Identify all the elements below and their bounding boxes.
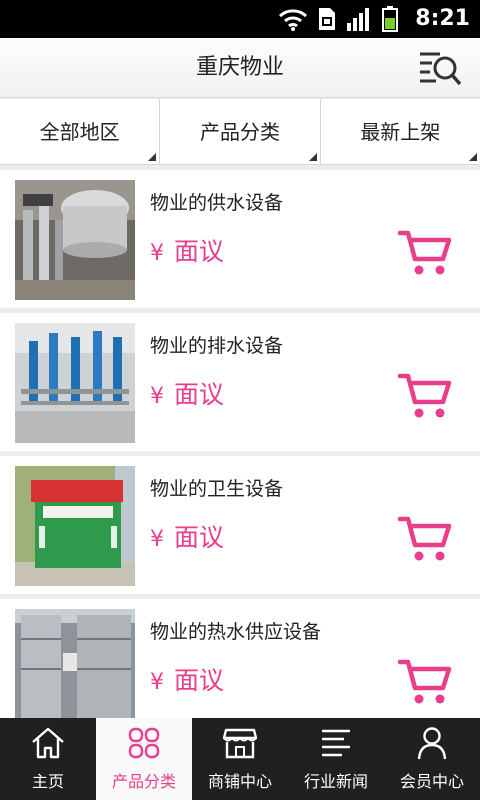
product-title[interactable]: 物业的供水设备 xyxy=(150,188,283,215)
nav-label: 产品分类 xyxy=(111,772,176,791)
nav-shop[interactable]: 商铺中心 xyxy=(192,718,288,800)
product-title[interactable]: 物业的排水设备 xyxy=(150,331,283,358)
wifi-icon xyxy=(278,9,308,31)
filter-category[interactable]: 产品分类 xyxy=(160,99,321,164)
dropdown-corner-icon xyxy=(468,153,477,161)
product-image[interactable] xyxy=(15,466,135,586)
product-item[interactable]: 物业的卫生设备 ¥ 面议 xyxy=(0,456,480,594)
cart-icon[interactable] xyxy=(398,657,452,707)
product-image[interactable] xyxy=(15,609,135,718)
dropdown-corner-icon xyxy=(308,153,317,161)
price-value: 面议 xyxy=(174,237,225,266)
currency-symbol: ¥ xyxy=(150,241,164,266)
currency-symbol: ¥ xyxy=(150,384,164,409)
product-price: ¥ 面议 xyxy=(150,232,224,268)
filter-newest[interactable]: 最新上架 xyxy=(321,99,480,164)
battery-icon xyxy=(382,6,398,32)
sim-icon xyxy=(319,8,335,30)
product-price: ¥ 面议 xyxy=(150,375,224,411)
filter-label: 最新上架 xyxy=(360,120,441,144)
nav-label: 商铺中心 xyxy=(207,772,272,791)
currency-symbol: ¥ xyxy=(150,670,164,695)
category-grid-icon xyxy=(128,727,160,759)
signal-icon xyxy=(347,8,369,31)
shop-icon xyxy=(222,728,258,759)
bottom-nav: 主页 产品分类 商铺中心 行业新闻 会员中心 xyxy=(0,718,480,800)
product-image[interactable] xyxy=(15,323,135,443)
nav-label: 会员中心 xyxy=(399,772,464,791)
status-icons xyxy=(278,6,398,32)
nav-label: 主页 xyxy=(31,772,64,791)
news-icon xyxy=(322,729,350,757)
currency-symbol: ¥ xyxy=(150,527,164,552)
product-title[interactable]: 物业的热水供应设备 xyxy=(150,617,321,644)
price-value: 面议 xyxy=(174,380,225,409)
filter-region[interactable]: 全部地区 xyxy=(0,99,161,164)
page-title: 重庆物业 xyxy=(195,55,284,80)
filter-label: 全部地区 xyxy=(39,120,120,144)
product-list: 物业的供水设备 ¥ 面议 物业的排水设备 ¥ 面议 物业的卫生设备 ¥ 面议 物… xyxy=(0,170,480,718)
product-item[interactable]: 物业的热水供应设备 ¥ 面议 xyxy=(0,599,480,718)
filter-label: 产品分类 xyxy=(199,120,280,144)
price-value: 面议 xyxy=(174,666,225,695)
filter-bar: 全部地区 产品分类 最新上架 xyxy=(0,99,480,165)
status-time: 8:21 xyxy=(415,6,470,31)
product-item[interactable]: 物业的排水设备 ¥ 面议 xyxy=(0,313,480,451)
product-price: ¥ 面议 xyxy=(150,661,224,697)
product-title[interactable]: 物业的卫生设备 xyxy=(150,474,283,501)
nav-home[interactable]: 主页 xyxy=(0,718,96,800)
dropdown-corner-icon xyxy=(148,153,157,161)
nav-category[interactable]: 产品分类 xyxy=(96,718,192,800)
product-price: ¥ 面议 xyxy=(150,518,224,554)
cart-icon[interactable] xyxy=(398,514,452,564)
nav-news[interactable]: 行业新闻 xyxy=(288,718,384,800)
home-icon xyxy=(32,727,64,759)
search-list-icon[interactable] xyxy=(418,48,462,88)
nav-member[interactable]: 会员中心 xyxy=(384,718,480,800)
cart-icon[interactable] xyxy=(398,371,452,421)
product-item[interactable]: 物业的供水设备 ¥ 面议 xyxy=(0,170,480,308)
nav-label: 行业新闻 xyxy=(303,772,368,791)
member-icon xyxy=(417,727,447,760)
product-image[interactable] xyxy=(15,180,135,300)
cart-icon[interactable] xyxy=(398,228,452,278)
price-value: 面议 xyxy=(174,523,225,552)
status-bar: 8:21 xyxy=(0,0,480,38)
app-header: 重庆物业 xyxy=(0,38,480,98)
